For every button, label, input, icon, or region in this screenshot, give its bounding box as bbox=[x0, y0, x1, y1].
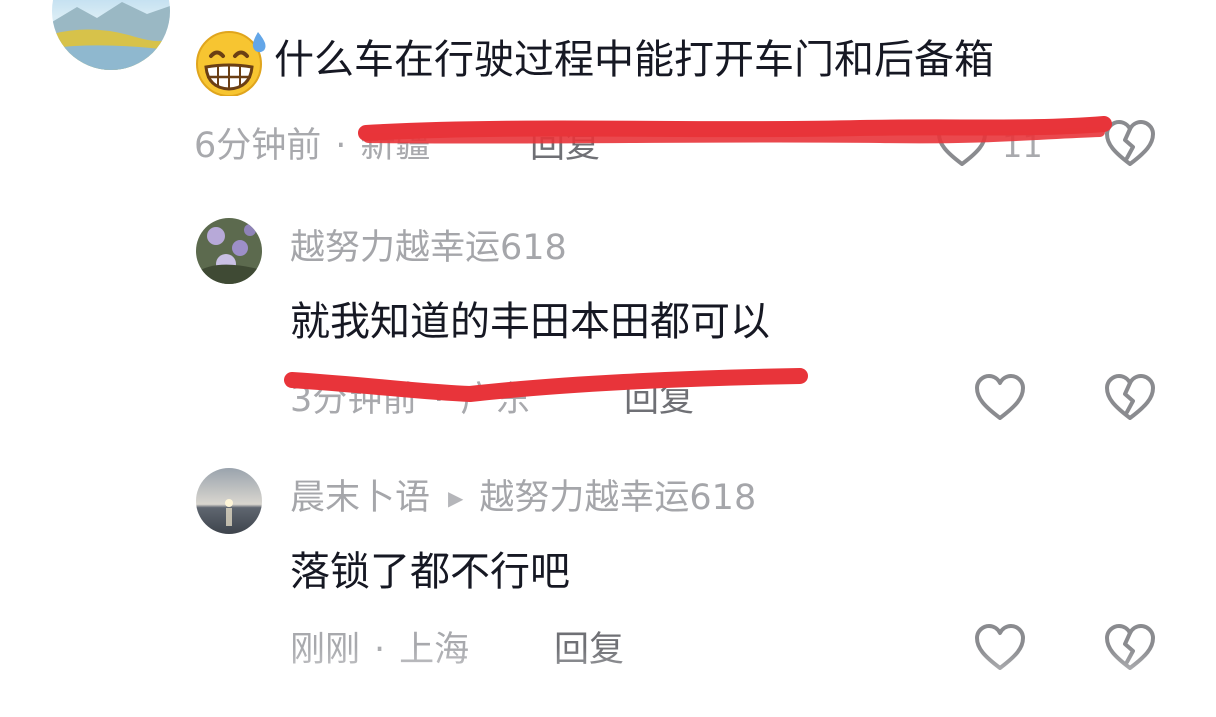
broken-heart-icon bbox=[1105, 120, 1155, 166]
dislike-button[interactable] bbox=[1102, 116, 1158, 172]
reply-username[interactable]: 越努力越幸运618 bbox=[290, 226, 567, 270]
reply-text: 就我知道的丰田本田都可以 bbox=[290, 299, 770, 345]
meta-separator: · bbox=[433, 380, 445, 420]
comment-meta: 6分钟前 · 新疆 bbox=[194, 124, 430, 168]
comment-time: 6分钟前 bbox=[194, 126, 322, 166]
reply-button[interactable]: 回复 bbox=[554, 628, 624, 672]
like-button[interactable] bbox=[972, 620, 1028, 676]
reply-meta: 3分钟前 · 广东 bbox=[290, 378, 530, 422]
reply-time: 3分钟前 bbox=[290, 380, 418, 420]
heart-icon bbox=[975, 374, 1025, 420]
reply-button[interactable]: 回复 bbox=[530, 124, 600, 168]
dislike-button[interactable] bbox=[1102, 620, 1158, 676]
reply-header: 晨末卜语 ▶ 越努力越幸运618 bbox=[290, 476, 756, 520]
like-button[interactable] bbox=[972, 370, 1028, 426]
commenter-avatar[interactable] bbox=[52, 0, 170, 70]
meta-separator: · bbox=[335, 126, 347, 166]
broken-heart-icon bbox=[1105, 374, 1155, 420]
reply-avatar[interactable] bbox=[196, 218, 262, 284]
grinning-sweat-emoji bbox=[192, 28, 272, 97]
reply-to-username[interactable]: 越努力越幸运618 bbox=[479, 476, 756, 520]
comment-location: 新疆 bbox=[360, 126, 431, 166]
reply-text: 落锁了都不行吧 bbox=[290, 549, 570, 595]
reply-username[interactable]: 晨末卜语 bbox=[290, 476, 430, 520]
heart-icon bbox=[937, 120, 987, 166]
reply-to-arrow-icon: ▶ bbox=[448, 486, 464, 510]
meta-separator: · bbox=[374, 630, 386, 670]
reply-avatar[interactable] bbox=[196, 468, 262, 534]
dislike-button[interactable] bbox=[1102, 370, 1158, 426]
broken-heart-icon bbox=[1105, 624, 1155, 670]
reply-time: 刚刚 bbox=[290, 630, 361, 670]
like-button[interactable] bbox=[934, 116, 990, 172]
reply-location: 上海 bbox=[399, 630, 470, 670]
heart-icon bbox=[975, 624, 1025, 670]
reply-location: 广东 bbox=[460, 380, 531, 420]
red-marker-scribble bbox=[284, 116, 1112, 402]
reply-button[interactable]: 回复 bbox=[624, 378, 694, 422]
comment-text: 什么车在行驶过程中能打开车门和后备箱 bbox=[274, 37, 994, 83]
like-count: 11 bbox=[1002, 127, 1043, 165]
reply-meta: 刚刚 · 上海 bbox=[290, 628, 469, 672]
